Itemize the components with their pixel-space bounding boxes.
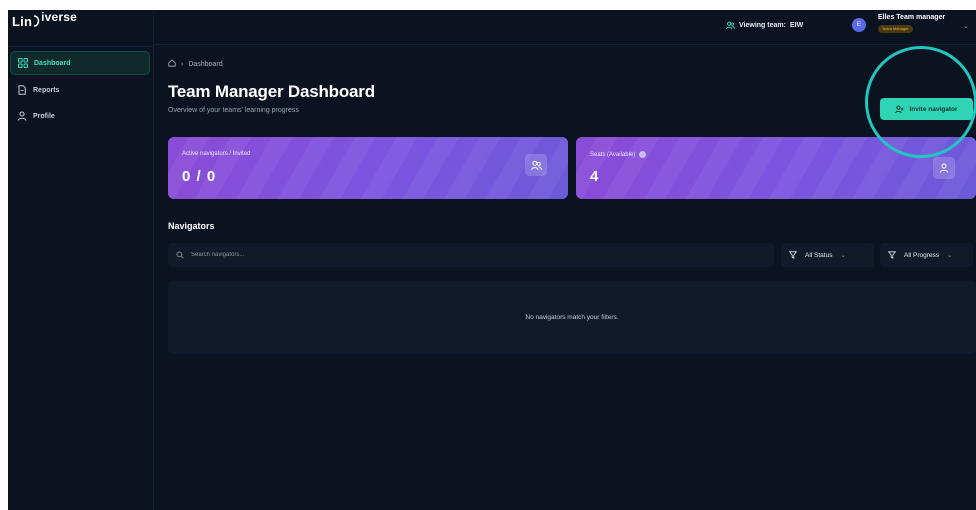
sidebar-item-label: Profile [33,112,55,120]
breadcrumb-current: Dashboard [188,60,223,68]
sidebar-item-label: Dashboard [34,59,71,67]
grid-icon [17,57,29,69]
info-icon[interactable] [639,151,647,158]
invite-navigator-button[interactable]: Invite navigator [880,98,973,120]
user-plus-icon [895,105,905,114]
sidebar-item-dashboard[interactable]: Dashboard [10,51,150,75]
sidebar: Lin iverse Dashboard Reports Profile [8,10,154,510]
filter-icon [888,251,896,259]
stat-label: Seats (Available) [590,151,636,158]
app-window: Lin iverse Dashboard Reports Profile Vie… [8,10,976,510]
page-title: Team Manager Dashboard [168,82,375,101]
stat-value: 4 [590,168,600,185]
user-name[interactable]: Elles Team manager [878,14,945,21]
logo-mark-icon [33,15,40,27]
empty-state: No navigators match your filters. [168,281,976,354]
stat-label: Active navigators / Invited [182,151,251,157]
team-code: EIW [789,22,804,29]
team-icon [726,21,735,30]
home-icon[interactable] [168,59,176,69]
sidebar-item-reports[interactable]: Reports [10,79,150,101]
user-icon [16,110,28,122]
search-input[interactable] [189,251,753,259]
role-badge: Team Manager [878,25,913,33]
search-icon [176,246,184,264]
viewing-team[interactable]: Viewing team: EIW [726,21,803,30]
logo-suffix: iverse [41,10,77,24]
page-subtitle: Overview of your teams' learning progres… [168,107,299,114]
user-icon [933,157,955,179]
filter-icon [789,251,797,259]
invite-navigator-label: Invite navigator [909,105,958,113]
section-title-navigators: Navigators [168,221,215,231]
viewing-team-label: Viewing team: [739,22,786,29]
empty-state-message: No navigators match your filters. [525,314,619,321]
document-icon [16,84,28,96]
sidebar-divider [8,46,153,47]
stat-value: 0 / 0 [182,168,217,185]
users-icon [525,154,547,176]
avatar[interactable]: E [852,18,866,32]
breadcrumb-separator-icon: › [181,60,184,68]
filter-progress-label: All Progress [904,251,940,259]
filter-status-label: All Status [805,251,833,259]
search-bar[interactable] [168,243,774,267]
chevron-down-icon[interactable]: ⌄ [963,22,969,30]
logo-prefix: Lin [12,14,33,29]
filter-progress-select[interactable]: All Progress ⌄ [880,243,973,267]
logo[interactable]: Lin iverse [12,10,77,38]
filter-status-select[interactable]: All Status ⌄ [781,243,874,267]
stat-card-active-navigators: Active navigators / Invited 0 / 0 [168,137,568,199]
breadcrumb: › Dashboard [168,59,223,69]
top-bar: Viewing team: EIW E Elles Team manager T… [154,10,976,45]
stat-label-row: Seats (Available) [590,151,647,158]
sidebar-item-label: Reports [33,86,60,94]
sidebar-item-profile[interactable]: Profile [10,105,150,127]
sidebar-nav: Dashboard Reports Profile [10,51,150,131]
chevron-down-icon: ⌄ [840,252,846,259]
chevron-down-icon: ⌄ [947,252,953,259]
stat-card-seats: Seats (Available) 4 [576,137,976,199]
